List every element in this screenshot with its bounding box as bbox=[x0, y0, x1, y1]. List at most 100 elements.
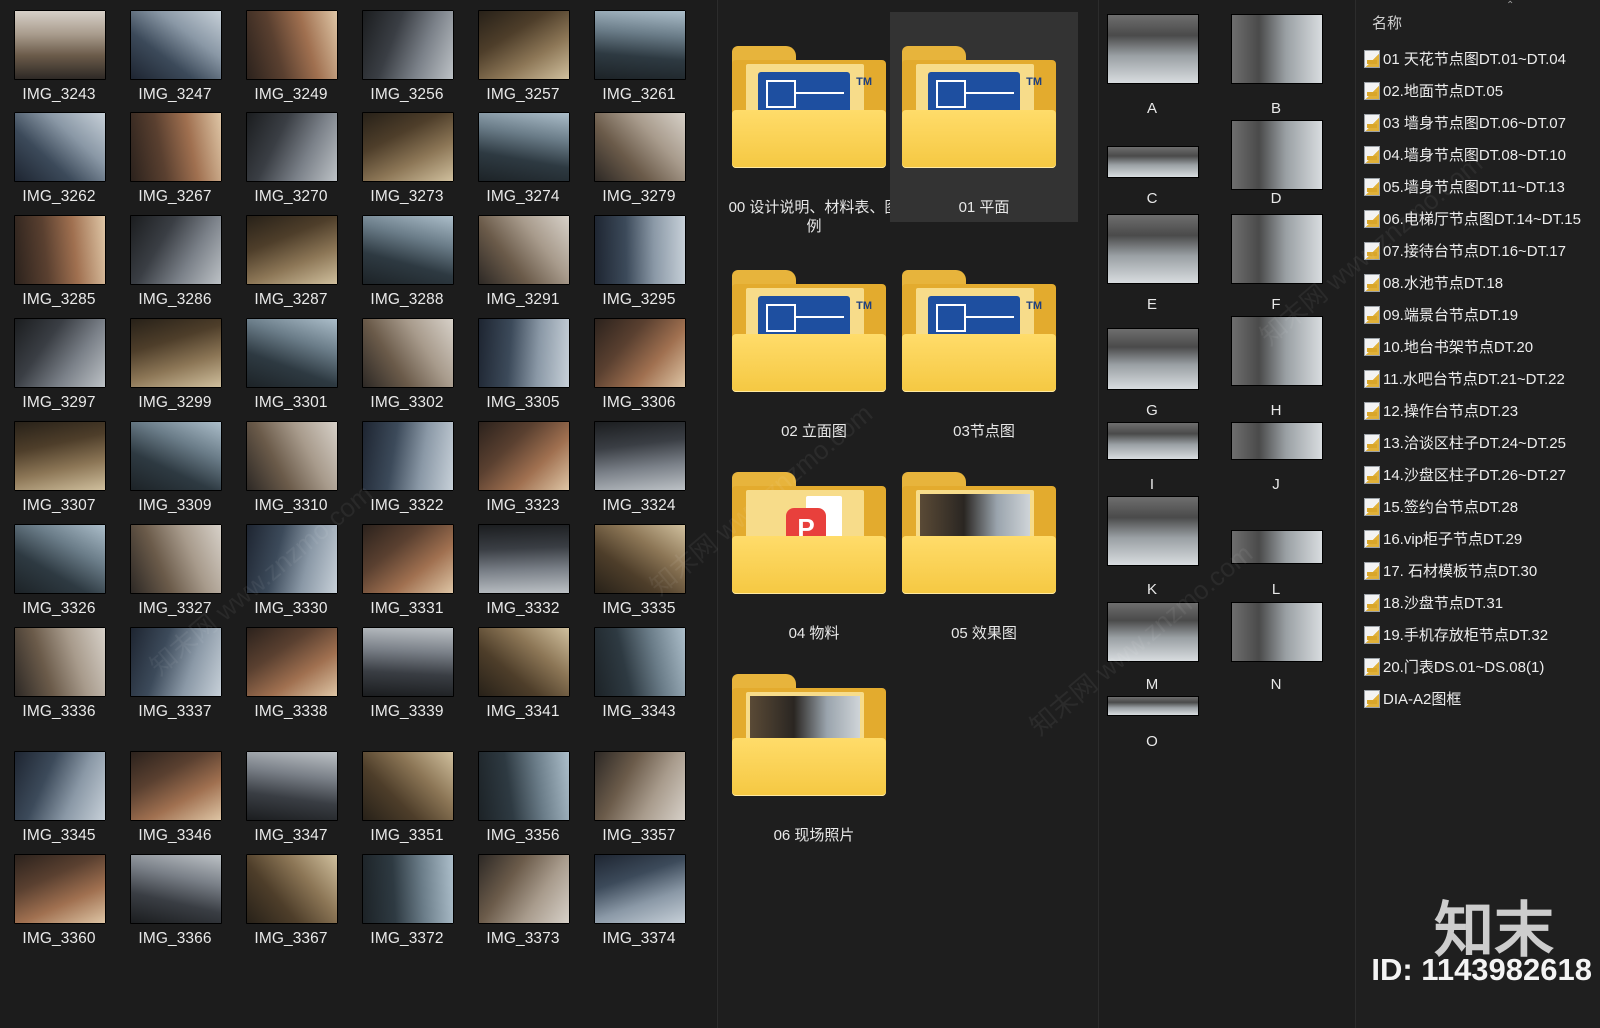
photo-thumbnail[interactable]: IMG_3310 bbox=[232, 421, 350, 521]
photo-thumbnail[interactable]: IMG_3267 bbox=[116, 112, 234, 212]
file-list-item[interactable]: 14.沙盘区柱子DT.26~DT.27 bbox=[1362, 457, 1600, 489]
folder-front bbox=[732, 536, 886, 594]
photo-thumbnail[interactable]: IMG_3338 bbox=[232, 627, 350, 727]
photo-thumbnail[interactable]: IMG_3326 bbox=[0, 524, 118, 624]
dwg-file-icon bbox=[1364, 562, 1380, 580]
photo-thumbnail[interactable]: IMG_3327 bbox=[116, 524, 234, 624]
dwg-file-icon bbox=[1364, 82, 1380, 100]
file-list-item[interactable]: 02.地面节点DT.05 bbox=[1362, 73, 1600, 105]
photo-thumbnail[interactable]: IMG_3285 bbox=[0, 215, 118, 315]
photo-thumbnail[interactable]: IMG_3302 bbox=[348, 318, 466, 418]
file-list-item[interactable]: 03 墙身节点图DT.06~DT.07 bbox=[1362, 105, 1600, 137]
photo-thumbnail[interactable]: IMG_3273 bbox=[348, 112, 466, 212]
column-header-name[interactable]: 名称 bbox=[1372, 12, 1402, 33]
file-list-item[interactable]: 08.水池节点DT.18 bbox=[1362, 265, 1600, 297]
file-list-item[interactable]: DIA-A2图框 bbox=[1362, 681, 1600, 713]
render-label: I bbox=[1149, 476, 1155, 493]
photo-thumbnail[interactable]: IMG_3286 bbox=[116, 215, 234, 315]
file-name: 04.墙身节点图DT.08~DT.10 bbox=[1383, 147, 1566, 164]
folder-item[interactable]: 06 现场照片 bbox=[720, 640, 908, 850]
photo-thumbnail[interactable]: IMG_3301 bbox=[232, 318, 350, 418]
photo-thumbnail[interactable]: IMG_3357 bbox=[580, 751, 698, 851]
folder-item[interactable]: P 04 物料 bbox=[720, 438, 908, 648]
photo-thumbnail[interactable]: IMG_3309 bbox=[116, 421, 234, 521]
photo-thumbnail[interactable]: IMG_3324 bbox=[580, 421, 698, 521]
folder-front bbox=[902, 110, 1056, 168]
file-list-item[interactable]: 12.操作台节点DT.23 bbox=[1362, 393, 1600, 425]
photo-thumbnail[interactable]: IMG_3373 bbox=[464, 854, 582, 954]
sort-arrow-icon[interactable]: ⌃ bbox=[1506, 0, 1514, 11]
photo-thumbnail[interactable]: IMG_3243 bbox=[0, 10, 118, 110]
photo-thumbnail[interactable]: IMG_3367 bbox=[232, 854, 350, 954]
folder-item[interactable]: TM 03节点图 bbox=[890, 236, 1078, 446]
photo-thumbnail[interactable]: IMG_3257 bbox=[464, 10, 582, 110]
photo-filename: IMG_3291 bbox=[486, 291, 560, 308]
file-list-item[interactable]: 20.门表DS.01~DS.08(1) bbox=[1362, 649, 1600, 681]
file-list-item[interactable]: 15.签约台节点DT.28 bbox=[1362, 489, 1600, 521]
photo-thumbnail[interactable]: IMG_3346 bbox=[116, 751, 234, 851]
photo-thumbnail[interactable]: IMG_3247 bbox=[116, 10, 234, 110]
photo-thumbnail[interactable]: IMG_3347 bbox=[232, 751, 350, 851]
photo-thumbnail[interactable]: IMG_3322 bbox=[348, 421, 466, 521]
file-list-item[interactable]: 10.地台书架节点DT.20 bbox=[1362, 329, 1600, 361]
photo-thumbnail[interactable]: IMG_3331 bbox=[348, 524, 466, 624]
photo-thumbnail[interactable]: IMG_3374 bbox=[580, 854, 698, 954]
photo-thumbnail[interactable]: IMG_3307 bbox=[0, 421, 118, 521]
file-list-item[interactable]: 13.洽谈区柱子DT.24~DT.25 bbox=[1362, 425, 1600, 457]
photo-thumbnail[interactable]: IMG_3291 bbox=[464, 215, 582, 315]
photo-thumbnail[interactable]: IMG_3262 bbox=[0, 112, 118, 212]
dwg-file-icon bbox=[1364, 210, 1380, 228]
folder-item[interactable]: 05 效果图 bbox=[890, 438, 1078, 648]
photo-thumbnail[interactable]: IMG_3249 bbox=[232, 10, 350, 110]
photo-thumbnail[interactable]: IMG_3351 bbox=[348, 751, 466, 851]
file-list-item[interactable]: 05.墙身节点图DT.11~DT.13 bbox=[1362, 169, 1600, 201]
photo-thumbnail[interactable]: IMG_3337 bbox=[116, 627, 234, 727]
photo-thumbnail[interactable]: IMG_3356 bbox=[464, 751, 582, 851]
photo-thumbnail[interactable]: IMG_3366 bbox=[116, 854, 234, 954]
photo-image bbox=[246, 751, 338, 821]
photo-thumbnail[interactable]: IMG_3256 bbox=[348, 10, 466, 110]
folder-item[interactable]: TM 00 设计说明、材料表、图例 bbox=[720, 12, 908, 235]
photo-thumbnail[interactable]: IMG_3336 bbox=[0, 627, 118, 727]
photo-thumbnail[interactable]: IMG_3279 bbox=[580, 112, 698, 212]
photo-thumbnail[interactable]: IMG_3305 bbox=[464, 318, 582, 418]
photo-thumbnail[interactable]: IMG_3261 bbox=[580, 10, 698, 110]
file-list-item[interactable]: 07.接待台节点DT.16~DT.17 bbox=[1362, 233, 1600, 265]
photo-thumbnail[interactable]: IMG_3288 bbox=[348, 215, 466, 315]
file-list-item[interactable]: 11.水吧台节点DT.21~DT.22 bbox=[1362, 361, 1600, 393]
photo-thumbnail[interactable]: IMG_3306 bbox=[580, 318, 698, 418]
file-list-item[interactable]: 09.端景台节点DT.19 bbox=[1362, 297, 1600, 329]
photo-thumbnail[interactable]: IMG_3274 bbox=[464, 112, 582, 212]
folder-item[interactable]: TM 02 立面图 bbox=[720, 236, 908, 446]
file-list-item[interactable]: 04.墙身节点图DT.08~DT.10 bbox=[1362, 137, 1600, 169]
cad-file-icon: TM bbox=[928, 72, 1042, 114]
photo-thumbnail[interactable]: IMG_3330 bbox=[232, 524, 350, 624]
file-list-item[interactable]: 06.电梯厅节点图DT.14~DT.15 bbox=[1362, 201, 1600, 233]
photo-thumbnail[interactable]: IMG_3343 bbox=[580, 627, 698, 727]
photo-thumbnail[interactable]: IMG_3372 bbox=[348, 854, 466, 954]
file-list-item[interactable]: 19.手机存放柜节点DT.32 bbox=[1362, 617, 1600, 649]
photo-thumbnail[interactable]: IMG_3335 bbox=[580, 524, 698, 624]
photo-thumbnail[interactable]: IMG_3360 bbox=[0, 854, 118, 954]
render-image bbox=[1231, 602, 1323, 662]
folder-item[interactable]: TM 01 平面 bbox=[890, 12, 1078, 222]
file-list-item[interactable]: 01 天花节点图DT.01~DT.04 bbox=[1362, 41, 1600, 73]
photo-thumbnail[interactable]: IMG_3295 bbox=[580, 215, 698, 315]
photo-thumbnail[interactable]: IMG_3297 bbox=[0, 318, 118, 418]
file-list-item[interactable]: 18.沙盘节点DT.31 bbox=[1362, 585, 1600, 617]
photo-thumbnail[interactable]: IMG_3270 bbox=[232, 112, 350, 212]
file-list-item[interactable]: 17. 石材模板节点DT.30 bbox=[1362, 553, 1600, 585]
file-name: 12.操作台节点DT.23 bbox=[1383, 403, 1519, 420]
folder-name: 06 现场照片 bbox=[773, 827, 855, 844]
dwg-file-icon bbox=[1364, 338, 1380, 356]
photo-thumbnail[interactable]: IMG_3345 bbox=[0, 751, 118, 851]
photo-thumbnail[interactable]: IMG_3341 bbox=[464, 627, 582, 727]
photo-thumbnail[interactable]: IMG_3323 bbox=[464, 421, 582, 521]
photo-filename: IMG_3249 bbox=[254, 86, 328, 103]
file-list-item[interactable]: 16.vip柜子节点DT.29 bbox=[1362, 521, 1600, 553]
photo-thumbnail[interactable]: IMG_3339 bbox=[348, 627, 466, 727]
photo-image bbox=[478, 215, 570, 285]
photo-thumbnail[interactable]: IMG_3299 bbox=[116, 318, 234, 418]
photo-thumbnail[interactable]: IMG_3287 bbox=[232, 215, 350, 315]
photo-thumbnail[interactable]: IMG_3332 bbox=[464, 524, 582, 624]
